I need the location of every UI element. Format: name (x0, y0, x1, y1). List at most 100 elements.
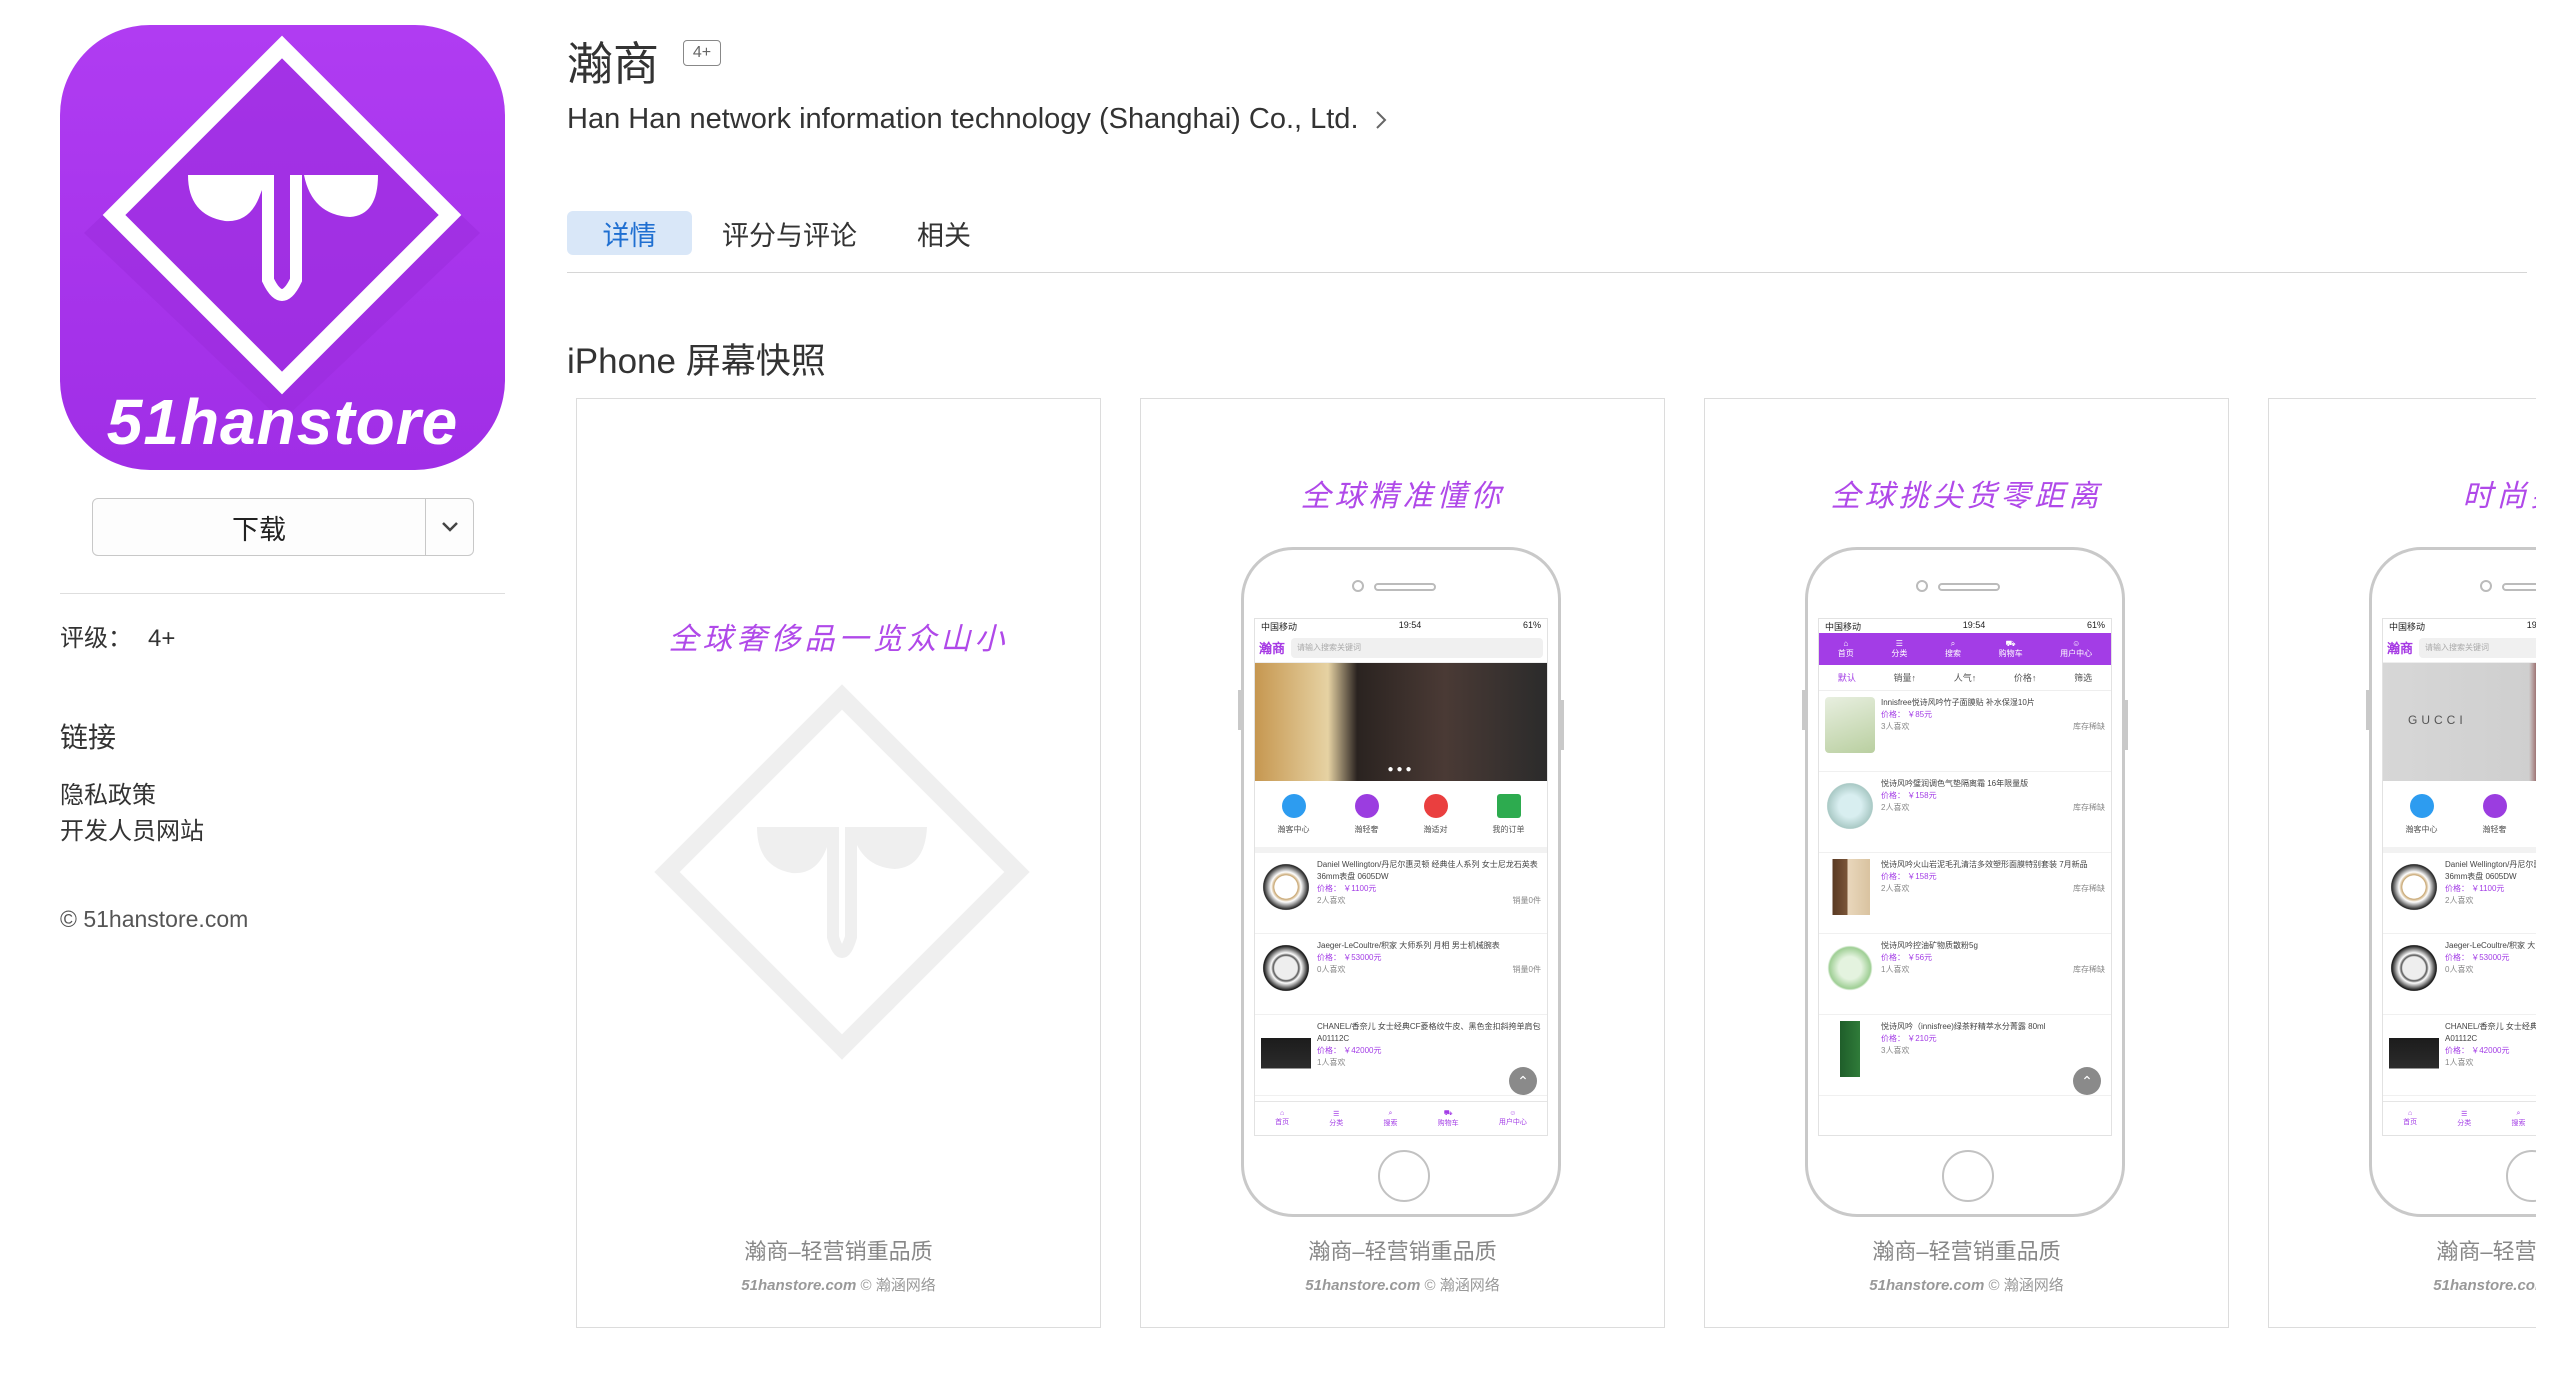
screenshot-caption: 瀚商–轻营销重品质 (1308, 1239, 1497, 1264)
app-title: 瀚商 (567, 38, 659, 90)
tab-related[interactable]: 相关 (887, 211, 1001, 255)
phone-banner: GUCCI (2383, 663, 2536, 781)
screenshot-headline: 全球奢侈品一览众山小 (668, 622, 1009, 657)
phone-home-button (2506, 1150, 2536, 1202)
developer-website-link[interactable]: 开发人员网站 (60, 811, 204, 846)
battery: 61% (1522, 620, 1541, 630)
rating-row: 评级： 4+ (60, 618, 175, 653)
screenshot-credit: 51hanstore.com © 瀚涵网络 (1305, 1277, 1500, 1294)
phone-quick-nav: 瀚客中心 瀚轻奢 瀚适对 我的订单 (2383, 781, 2536, 853)
phone-status-bar: 中国移动 19:54 61% (2389, 620, 2536, 632)
chevron-right-icon (1375, 110, 1386, 129)
phone-mockup: 中国移动 19:54 61% 瀚商 请输入搜索关键词 ●●● 瀚客中心 瀚轻奢 … (1238, 547, 1564, 1217)
r-badge-icon (1354, 793, 1379, 818)
list-item: 悦诗风吟控油矿物质散粉5g 价格： ￥56元 1人喜欢 库存稀缺 (1819, 934, 2111, 1015)
phone-home-button (1378, 1150, 1430, 1202)
phone-camera (2480, 580, 2492, 592)
screenshot-headline: 时尚买手 (2462, 479, 2537, 514)
phone-sort-bar: 默认 销量↑ 人气↑ 价格↑ 筛选 (1819, 665, 2111, 691)
scroll-top-icon: ⌃ (1509, 1067, 1537, 1095)
phone-speaker (1938, 583, 2000, 591)
search-icon: ⌕ 搜索 (1944, 639, 1961, 658)
product-thumbnail (1825, 1021, 1875, 1077)
phone-product-list: Daniel Wellington/丹尼尔惠灵顿 经典佳人系列 女士尼龙石英表 … (1255, 853, 1547, 1096)
phone-app-bar: 瀚商 请输入搜索关键词 (2383, 633, 2536, 663)
screenshot-credit: 51hanstore.com © 瀚涵网络 (577, 1274, 1100, 1295)
list-item: Innisfree悦诗风吟竹子面膜贴 补水保湿10片 价格： ￥85元 3人喜欢 库存… (1819, 691, 2111, 772)
screenshot-headline: 全球挑尖货零距离 (1830, 479, 2103, 514)
phone-search-input: 请输入搜索关键词 (1291, 637, 1543, 658)
phone-camera (1916, 580, 1928, 592)
list-item: Daniel Wellington/丹尼尔惠灵顿 经典佳人系列 女士尼龙石英表 … (1255, 853, 1547, 934)
carrier: 中国移动 (1261, 622, 1298, 632)
quicknav-item: 瀚适对 (1423, 793, 1448, 835)
user-icon (1281, 793, 1306, 818)
quicknav-item: 瀚轻奢 (1354, 793, 1379, 835)
screenshot-1[interactable]: 全球奢侈品一览众山小 瀚商–轻营销重品质 51hanstore.com © 瀚涵… (576, 398, 1101, 1328)
screenshots-section-title: iPhone 屏幕快照 (567, 342, 826, 381)
download-button-label[interactable]: 下载 (93, 499, 425, 555)
phone-status-bar: 中国移动 19:54 61% (1255, 619, 1547, 633)
list-item: Jaeger-LeCoultre/积家 大师系列 月相 男士机械腕表 价格： ￥… (1255, 934, 1547, 1015)
phone-mockup: 中国移动 19:54 61% ⌂ 首页 ☰ 分类 ⌕ 搜索 ⛟ 购物车 ☺ 用户中心 默认… (1802, 547, 2128, 1217)
download-options-button[interactable] (425, 499, 473, 555)
phone-home-button (1942, 1150, 1994, 1202)
copyright: © 51hanstore.com (60, 906, 249, 932)
cart-icon: ⛟ 购物车 (1437, 1110, 1459, 1127)
watch-thumbnail (1261, 859, 1311, 915)
quicknav-item: 我的订单 (1493, 793, 1525, 835)
user-icon (2409, 793, 2434, 818)
user-center-icon: ☺ 用户中心 (1498, 1110, 1527, 1126)
screenshot-2[interactable]: 全球精准懂你 中国移动 19:54 61% 瀚商 请输入搜索关键词 ●●● 瀚客… (1140, 398, 1665, 1328)
screenshot-caption: 瀚商–轻营销重品质 (1872, 1239, 2061, 1264)
hanstore-logo-watermark-icon (654, 684, 1030, 1060)
phone-category-bar: ⌂ 首页 ☰ 分类 ⌕ 搜索 ⛟ 购物车 ☺ 用户中心 (1819, 633, 2111, 665)
credit-company: © 瀚涵网络 (860, 1277, 936, 1294)
tab-bar: 详情 评分与评论 相关 (567, 211, 1001, 255)
handbag-thumbnail (1261, 1021, 1311, 1077)
product-thumbnail (1825, 778, 1875, 834)
download-button[interactable]: 下载 (92, 498, 474, 556)
list-item: 悦诗风吟璧润调色气垫隔离霜 16年限量版 价格： ￥158元 2人喜欢 库存稀缺 (1819, 772, 2111, 853)
product-info: Jaeger-LeCoultre/积家 大师系列 月相 男士机械腕表 价格： ￥… (1317, 941, 1541, 974)
cart-icon: ⛟ 购物车 (1998, 639, 2023, 658)
phone-app-bar: 瀚商 请输入搜索关键词 (1255, 633, 1547, 663)
tab-ratings-reviews[interactable]: 评分与评论 (692, 211, 887, 255)
screenshot-3[interactable]: 全球挑尖货零距离 中国移动 19:54 61% ⌂ 首页 ☰ 分类 ⌕ 搜索 ⛟ 购物车… (1704, 398, 2229, 1328)
product-thumbnail (1825, 859, 1875, 915)
phone-speaker (2502, 583, 2536, 591)
developer-link[interactable]: Han Han network information technology (… (567, 103, 1387, 136)
phone-tab-bar: ⌂首页 ☰分类 ⌕搜索 ⛟购物车 ☺用户中心 (1255, 1101, 1547, 1135)
home-icon: ⌂ 首页 (1837, 639, 1854, 658)
divider (60, 593, 505, 594)
phone-banner: ●●● (1255, 663, 1547, 781)
category-icon: ☰ 分类 (1891, 639, 1908, 658)
phone-speaker (1374, 583, 1436, 591)
tab-details[interactable]: 详情 (567, 211, 692, 255)
list-item: CHANEL/香奈儿 女士经典CF菱格纹牛皮、黑色金扣斜挎单肩包 A01112C… (1255, 1015, 1547, 1096)
privacy-policy-link[interactable]: 隐私政策 (60, 775, 156, 810)
phone-app-logo: 瀚商 (1259, 641, 1286, 656)
product-thumbnail (1825, 940, 1875, 996)
product-thumbnail (1825, 697, 1875, 753)
product-info: CHANEL/香奈儿 女士经典CF菱格纹牛皮、黑色金扣斜挎单肩包 A01112C… (1317, 1022, 1541, 1067)
user-center-icon: ☺ 用户中心 (2060, 639, 2093, 658)
chevron-down-icon (441, 522, 458, 532)
screenshot-credit: 51hanstore.com © 瀚涵网络 (1869, 1277, 2064, 1294)
phone-volume-button (1802, 690, 1806, 730)
category-icon: ☰ 分类 (1329, 1110, 1344, 1127)
screenshot-strip[interactable]: 全球奢侈品一览众山小 瀚商–轻营销重品质 51hanstore.com © 瀚涵… (570, 398, 2536, 1348)
app-icon: 51hanstore (60, 25, 505, 470)
tag-icon (1423, 793, 1448, 818)
watch-thumbnail (1261, 940, 1311, 996)
home-icon: ⌂ 首页 (1275, 1110, 1290, 1126)
screenshot-4[interactable]: 时尚买手 中国移动 19:54 61% 瀚商 请输入搜索关键词 GUCCI 瀚客… (2268, 398, 2536, 1328)
screenshot-headline: 全球精准懂你 (1300, 479, 1505, 514)
list-item: 悦诗风吟（innisfree)绿茶籽精萃水分菁露 80ml 价格： ￥210元 3人… (1819, 1015, 2111, 1096)
search-icon: ⌕ 搜索 (1383, 1109, 1398, 1127)
developer-name[interactable]: Han Han network information technology (… (567, 103, 1359, 136)
phone-status-bar: 中国移动 19:54 61% (1825, 620, 2105, 632)
tabs-divider (567, 272, 2527, 273)
phone-volume-button (1238, 690, 1242, 730)
phone-power-button (2124, 700, 2128, 750)
